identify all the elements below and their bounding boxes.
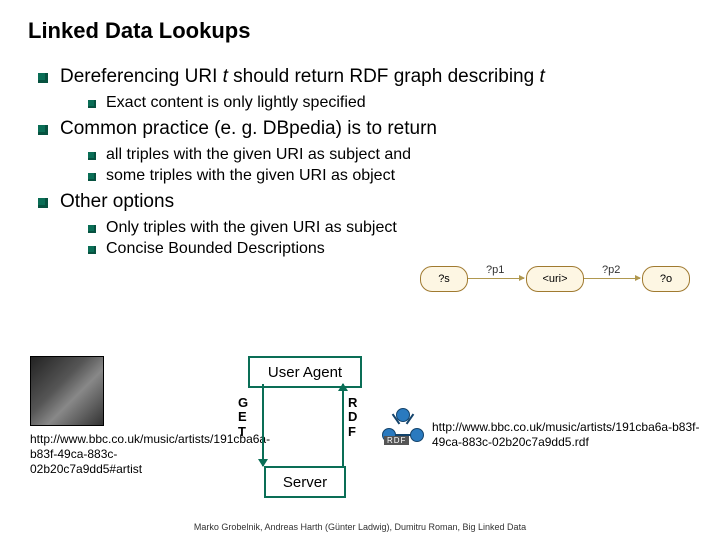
- node-subject: ?s: [420, 266, 468, 292]
- artist-image: [30, 356, 104, 426]
- edge-label-p1: ?p1: [486, 264, 504, 276]
- text: should return RDF graph describing: [228, 66, 540, 87]
- footer-credits: Marko Grobelnik, Andreas Harth (Günter L…: [0, 522, 720, 532]
- text: Dereferencing URI: [60, 66, 223, 87]
- arrow-rdf: [342, 384, 344, 466]
- node-uri: <uri>: [526, 266, 584, 292]
- get-label: G E T: [238, 396, 248, 439]
- sub-all-triples: all triples with the given URI as subjec…: [88, 146, 692, 164]
- edge-label-p2: ?p2: [602, 264, 620, 276]
- sub-exact-content: Exact content is only lightly specified: [88, 94, 692, 112]
- slide-title: Linked Data Lookups: [28, 18, 692, 44]
- server-box: Server: [264, 466, 346, 498]
- edge-p2: ?p2: [584, 278, 640, 279]
- sub-some-triples: some triples with the given URI as objec…: [88, 167, 692, 185]
- lookup-diagram: http://www.bbc.co.uk/music/artists/191cb…: [30, 356, 690, 506]
- edge-p1: ?p1: [468, 278, 524, 279]
- node-object: ?o: [642, 266, 690, 292]
- rdf-label: R D F: [348, 396, 357, 439]
- artist-uri-text: http://www.bbc.co.uk/music/artists/191cb…: [30, 432, 222, 477]
- bullet-other-options: Other options Only triples with the give…: [38, 191, 692, 258]
- rdf-doc-uri-text: http://www.bbc.co.uk/music/artists/191cb…: [432, 420, 702, 450]
- rdf-icon: RDF: [382, 408, 424, 444]
- var-t2: t: [539, 66, 544, 87]
- bullet-dereferencing: Dereferencing URI t should return RDF gr…: [38, 66, 692, 112]
- bullet-common-practice: Common practice (e. g. DBpedia) is to re…: [38, 118, 692, 185]
- arrow-get: [262, 384, 264, 466]
- rdf-badge: RDF: [384, 436, 409, 445]
- triple-graph: ?s ?p1 <uri> ?p2 ?o: [420, 254, 700, 304]
- sub-only-subject: Only triples with the given URI as subje…: [88, 219, 692, 237]
